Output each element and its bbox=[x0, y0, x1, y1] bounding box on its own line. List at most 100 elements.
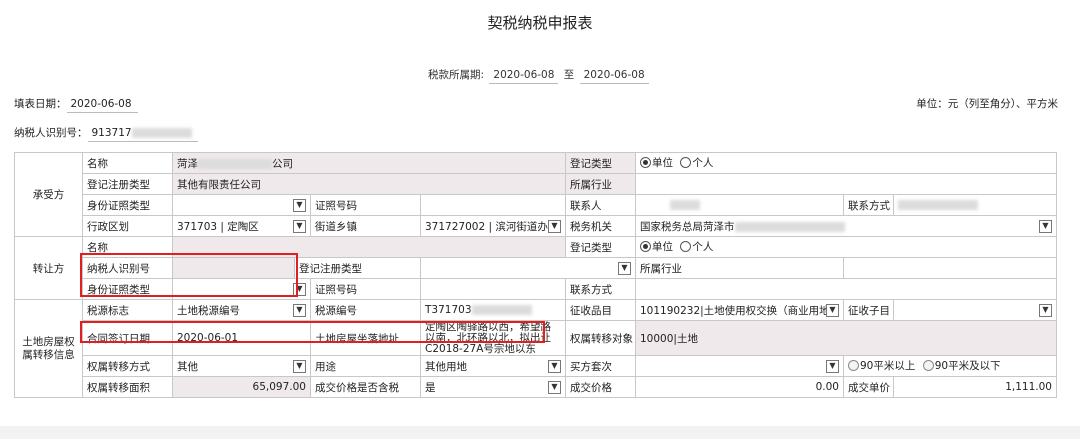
seller-reg-reg-type-select[interactable]: ▼ bbox=[420, 257, 636, 279]
page-title: 契税纳税申报表 bbox=[487, 14, 593, 32]
declaration-table: 承受方 名称 菏泽 公司 登记类型 单位 个人 登记注册类型 其他有限责任公司 所… bbox=[14, 152, 1057, 398]
buyer-id-no-label: 证照号码 bbox=[310, 194, 421, 216]
tax-source-no-field[interactable]: T371703 bbox=[420, 299, 566, 321]
seller-id-no-label: 证照号码 bbox=[310, 278, 421, 300]
redacted-block bbox=[198, 158, 272, 169]
section-property: 土地房屋权属转移信息 bbox=[14, 299, 83, 398]
section-seller: 转让方 bbox=[14, 236, 83, 300]
seller-id-type-select[interactable]: ▼ bbox=[172, 278, 311, 300]
buyer-name-label: 名称 bbox=[82, 152, 173, 174]
buyer-street-select[interactable]: 371727002 | 滨河街道办事处▼ bbox=[420, 215, 566, 237]
collection-item-select[interactable]: 101190232|土地使用权交换（商业用地） ▼ bbox=[635, 299, 844, 321]
seller-industry-label: 所属行业 bbox=[635, 257, 844, 279]
buyer-id-no-field[interactable] bbox=[420, 194, 566, 216]
page-bottom-edge bbox=[0, 426, 1080, 439]
radio-unit[interactable]: 单位 bbox=[640, 155, 673, 170]
tax-period-sep: 至 bbox=[563, 69, 575, 81]
collection-sub-label: 征收子目 bbox=[843, 299, 894, 321]
chevron-down-icon[interactable]: ▼ bbox=[548, 219, 561, 233]
contract-date-field[interactable]: 2020-06-01 bbox=[172, 320, 311, 356]
seller-tin-label: 纳税人识别号 bbox=[82, 257, 173, 279]
redacted-block bbox=[898, 200, 978, 210]
seller-tin-field[interactable] bbox=[172, 257, 295, 279]
price-tax-select[interactable]: 是 ▼ bbox=[420, 376, 566, 398]
collection-item-label: 征收品目 bbox=[565, 299, 636, 321]
chevron-down-icon[interactable]: ▼ bbox=[293, 359, 306, 373]
radio-below-90[interactable]: 90平米及以下 bbox=[922, 358, 1001, 373]
chevron-down-icon[interactable]: ▼ bbox=[293, 219, 306, 233]
transfer-obj-label: 权属转移对象 bbox=[565, 320, 636, 356]
redacted-block bbox=[670, 200, 700, 210]
location-value[interactable]: 定陶区陶驿路以西，希望路以南，北环路以北，拟出让C2018-27A号宗地以东 bbox=[420, 320, 566, 356]
transfer-mode-select[interactable]: 其他 ▼ bbox=[172, 355, 311, 377]
buyer-contact-label: 联系人 bbox=[565, 194, 636, 216]
buyer-tax-office-select[interactable]: 国家税务总局菏泽市 ▼ bbox=[635, 215, 1057, 237]
collection-sub-select[interactable]: ▼ bbox=[893, 299, 1057, 321]
area-label: 权属转移面积 bbox=[82, 376, 173, 398]
buyer-id-type-select[interactable]: ▼ bbox=[172, 194, 311, 216]
seller-contact-field[interactable] bbox=[635, 278, 1057, 300]
chevron-down-icon[interactable]: ▼ bbox=[293, 303, 306, 317]
seller-industry-field[interactable] bbox=[843, 257, 1057, 279]
buyer-reg-type-radios: 单位 个人 bbox=[635, 152, 1057, 174]
tax-period-from[interactable]: 2020-06-08 bbox=[489, 69, 559, 84]
redacted-block bbox=[734, 221, 845, 232]
redacted-block bbox=[471, 305, 532, 315]
buyer-tax-office-label: 税务机关 bbox=[565, 215, 636, 237]
redacted-block bbox=[131, 128, 192, 138]
area-value[interactable]: 65,097.00 bbox=[172, 376, 311, 398]
tax-period: 税款所属期: 2020-06-08 至 2020-06-08 bbox=[428, 67, 651, 84]
radio-disabled-icon bbox=[922, 360, 934, 371]
chevron-down-icon[interactable]: ▼ bbox=[1039, 219, 1052, 233]
buyer-name-field: 菏泽 公司 bbox=[172, 152, 566, 174]
chevron-down-icon[interactable]: ▼ bbox=[548, 359, 561, 373]
unit-price-label: 成交单价 bbox=[843, 376, 894, 398]
buyer-district-select[interactable]: 371703 | 定陶区 ▼ bbox=[172, 215, 311, 237]
section-buyer: 承受方 bbox=[14, 152, 83, 237]
taxpayer-id-label: 纳税人识别号： bbox=[14, 127, 88, 139]
unit-note: 单位：元（列至角分）、平方米 bbox=[916, 98, 1058, 110]
fill-date-label: 填表日期： bbox=[14, 98, 67, 110]
chevron-down-icon[interactable]: ▼ bbox=[826, 303, 839, 317]
seller-id-no-field[interactable] bbox=[420, 278, 566, 300]
seller-contact-label: 联系方式 bbox=[565, 278, 636, 300]
use-label: 用途 bbox=[310, 355, 421, 377]
tax-source-flag-label: 税源标志 bbox=[82, 299, 173, 321]
tax-source-flag-select[interactable]: 土地税源编号 ▼ bbox=[172, 299, 311, 321]
chevron-down-icon[interactable]: ▼ bbox=[826, 359, 839, 373]
chevron-down-icon[interactable]: ▼ bbox=[618, 261, 631, 275]
taxpayer-id-value: 913717 bbox=[87, 127, 198, 142]
radio-above-90[interactable]: 90平米以上 bbox=[848, 358, 915, 373]
buyer-contact-field[interactable] bbox=[635, 194, 844, 216]
buyer-reg-type-label: 登记类型 bbox=[565, 152, 636, 174]
chevron-down-icon[interactable]: ▼ bbox=[293, 282, 306, 296]
radio-checked-icon bbox=[640, 157, 651, 168]
radio-individual[interactable]: 个人 bbox=[680, 239, 713, 254]
taxpayer-id: 纳税人识别号： 913717 bbox=[14, 125, 198, 142]
fill-date: 填表日期： 2020-06-08 bbox=[14, 96, 138, 113]
radio-unit[interactable]: 单位 bbox=[640, 239, 673, 254]
radio-individual[interactable]: 个人 bbox=[680, 155, 713, 170]
location-label: 土地房屋坐落地址 bbox=[310, 320, 421, 356]
buyer-id-type-label: 身份证照类型 bbox=[82, 194, 173, 216]
buyer-phone-field[interactable] bbox=[893, 194, 1057, 216]
price-value[interactable]: 0.00 bbox=[635, 376, 844, 398]
chevron-down-icon[interactable]: ▼ bbox=[293, 198, 306, 212]
buyer-industry-field[interactable] bbox=[635, 173, 1057, 195]
buyer-industry-label: 所属行业 bbox=[565, 173, 636, 195]
chevron-down-icon[interactable]: ▼ bbox=[548, 380, 561, 394]
seller-reg-reg-type-label: 登记注册类型 bbox=[294, 257, 421, 279]
tax-source-no-label: 税源编号 bbox=[310, 299, 421, 321]
seller-id-type-label: 身份证照类型 bbox=[82, 278, 173, 300]
buyer-count-label: 买方套次 bbox=[565, 355, 636, 377]
seller-name-label: 名称 bbox=[82, 236, 173, 258]
tax-period-to[interactable]: 2020-06-08 bbox=[579, 69, 649, 84]
buyer-reg-reg-type-label: 登记注册类型 bbox=[82, 173, 173, 195]
price-tax-label: 成交价格是否含税 bbox=[310, 376, 421, 398]
buyer-count-select[interactable]: ▼ bbox=[635, 355, 844, 377]
buyer-district-label: 行政区划 bbox=[82, 215, 173, 237]
chevron-down-icon[interactable]: ▼ bbox=[1039, 303, 1052, 317]
seller-name-field[interactable] bbox=[172, 236, 566, 258]
use-select[interactable]: 其他用地 ▼ bbox=[420, 355, 566, 377]
tax-period-label: 税款所属期: bbox=[428, 69, 485, 81]
